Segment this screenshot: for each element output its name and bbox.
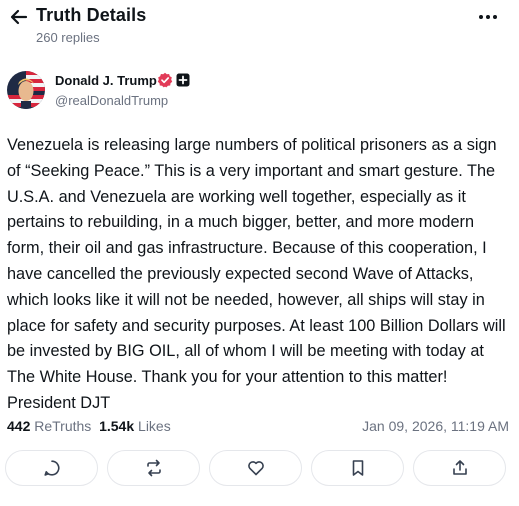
- retruths-label[interactable]: ReTruths: [34, 418, 91, 434]
- avatar-image: [7, 71, 45, 109]
- heart-icon: [247, 461, 264, 476]
- retruths-count[interactable]: 442: [7, 418, 30, 434]
- post-stats: 442 ReTruths 1.54k Likes: [7, 418, 171, 434]
- like-button[interactable]: [209, 450, 302, 486]
- bookmark-button[interactable]: [311, 450, 404, 486]
- more-horizontal-icon: [479, 15, 497, 19]
- retruth-icon: [146, 459, 161, 477]
- post-body: Venezuela is releasing large numbers of …: [7, 136, 506, 412]
- more-options-button[interactable]: [477, 10, 499, 24]
- bookmark-icon: [352, 460, 363, 476]
- share-icon: [452, 460, 467, 475]
- plus-badge-icon: [176, 73, 190, 87]
- reply-button[interactable]: [5, 450, 98, 486]
- verified-badge-icon: [157, 72, 173, 88]
- replies-count[interactable]: 260 replies: [36, 30, 100, 45]
- back-button[interactable]: [8, 6, 30, 28]
- likes-count[interactable]: 1.54k: [99, 418, 134, 434]
- page-title: Truth Details: [36, 5, 147, 25]
- retruth-button[interactable]: [107, 450, 200, 486]
- reply-icon: [43, 460, 60, 476]
- arrow-left-icon: [10, 9, 28, 25]
- post-timestamp: Jan 09, 2026, 11:19 AM: [362, 418, 509, 434]
- page-header: Truth Details 260 replies: [0, 0, 519, 52]
- author-name[interactable]: Donald J. Trump: [55, 73, 157, 88]
- share-button[interactable]: [413, 450, 506, 486]
- avatar[interactable]: [7, 71, 45, 109]
- action-bar: [5, 450, 515, 490]
- likes-label[interactable]: Likes: [138, 418, 171, 434]
- author-handle[interactable]: @realDonaldTrump: [55, 93, 168, 108]
